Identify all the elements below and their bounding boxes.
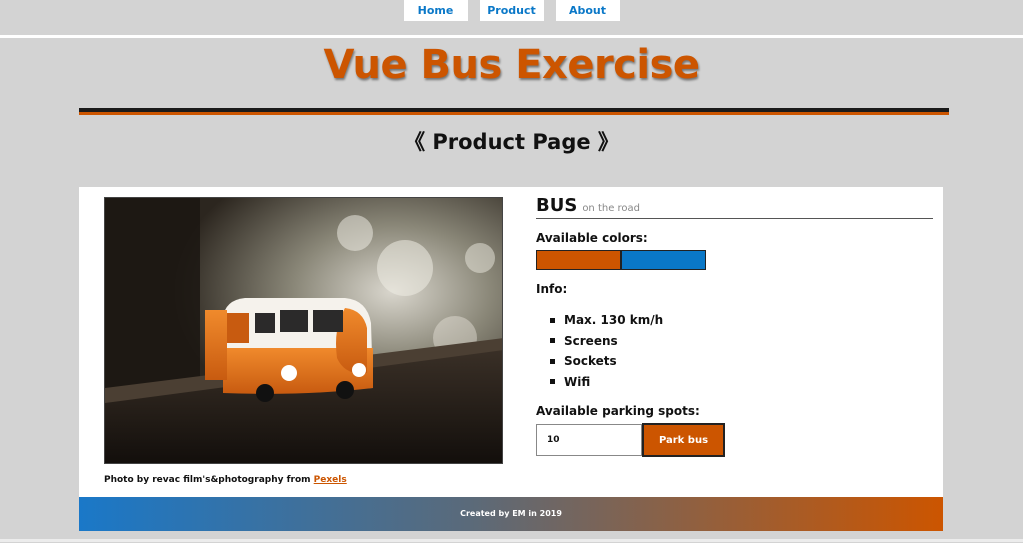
nav-divider <box>0 35 1023 38</box>
photo-credit-text: Photo by revac film's&photography from <box>104 475 314 485</box>
parking-controls: Park bus <box>536 423 933 457</box>
info-label: Info: <box>536 282 568 296</box>
product-info: BUS on the road Available colors: Info: … <box>536 195 933 457</box>
color-swatch-blue[interactable] <box>621 250 706 270</box>
feature-list: Max. 130 km/h Screens Sockets Wifi <box>536 310 933 392</box>
feature-label: Screens <box>564 333 618 348</box>
bullet-icon <box>550 379 555 385</box>
product-tagline: on the road <box>582 203 641 214</box>
product-card: Photo by revac film's&photography from P… <box>79 187 943 497</box>
toy-bus-shape <box>205 298 373 402</box>
feature-label: Max. 130 km/h <box>564 313 664 328</box>
nav-product-link[interactable]: Product <box>479 0 544 21</box>
nav-home-link[interactable]: Home <box>403 0 468 21</box>
bullet-icon <box>550 317 555 323</box>
parking-label: Available parking spots: <box>536 404 700 418</box>
pexels-link[interactable]: Pexels <box>314 475 347 485</box>
bus-photo-illustration <box>105 198 502 463</box>
feature-item: Screens <box>550 331 933 352</box>
title-divider-orange <box>79 112 949 115</box>
page-subtitle: 《 Product Page 》 <box>404 130 619 154</box>
parking-spots-input[interactable] <box>536 424 642 456</box>
site-title: Vue Bus Exercise <box>323 42 700 88</box>
park-bus-button[interactable]: Park bus <box>642 423 725 457</box>
photo-credit: Photo by revac film's&photography from P… <box>104 475 347 485</box>
color-swatches <box>536 250 933 270</box>
bullet-icon <box>550 358 555 364</box>
colors-label: Available colors: <box>536 231 648 245</box>
product-name: BUS <box>536 195 578 216</box>
feature-item: Wifi <box>550 372 933 393</box>
product-photo <box>104 197 503 464</box>
feature-label: Sockets <box>564 354 617 369</box>
top-nav: Home Product About <box>0 0 1023 36</box>
feature-item: Max. 130 km/h <box>550 310 933 331</box>
bottom-divider <box>0 539 1023 542</box>
page-footer: Created by EM in 2019 <box>79 497 943 531</box>
feature-item: Sockets <box>550 351 933 372</box>
color-swatch-orange[interactable] <box>536 250 621 270</box>
product-heading: BUS on the road <box>536 195 933 219</box>
feature-label: Wifi <box>564 374 591 389</box>
nav-about-link[interactable]: About <box>555 0 620 21</box>
bullet-icon <box>550 338 555 344</box>
